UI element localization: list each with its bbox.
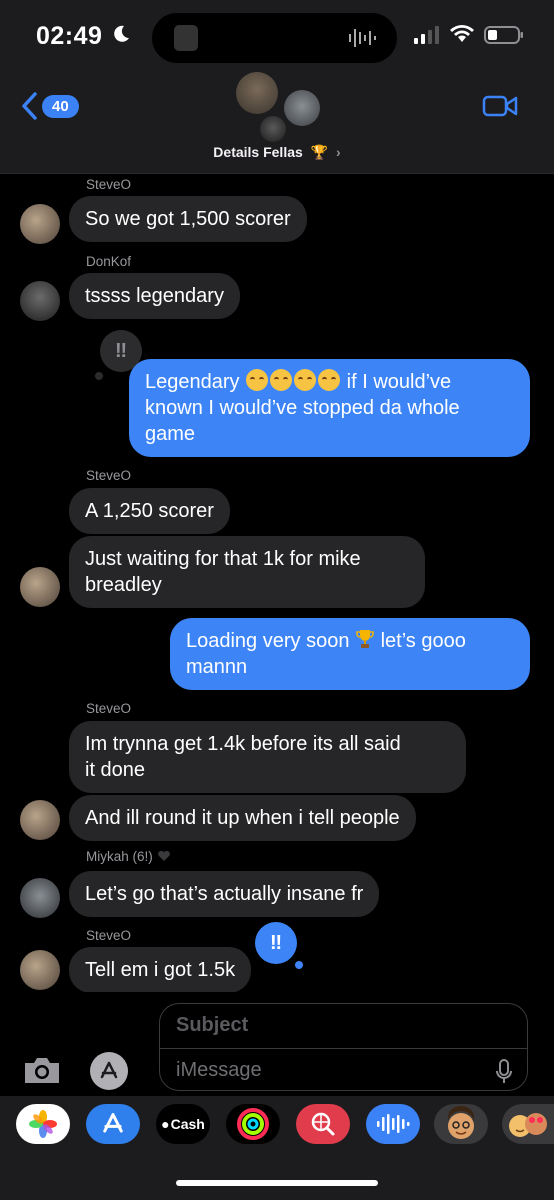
message-bubble[interactable]: Legendary if I would’ve known I would’ve… — [129, 359, 530, 457]
avatar[interactable] — [20, 800, 60, 840]
globe-search-icon — [311, 1112, 335, 1136]
group-avatar[interactable] — [234, 72, 322, 144]
photos-icon — [29, 1110, 57, 1138]
avatar — [236, 72, 278, 114]
wifi-icon — [450, 25, 474, 42]
message-compose-field[interactable]: Subject iMessage — [159, 1003, 528, 1091]
tapback-tail — [295, 961, 303, 969]
app-store-app[interactable] — [86, 1104, 140, 1144]
message-bubble[interactable]: Im trynna get 1.4k before its all said i… — [69, 721, 466, 793]
avatar[interactable] — [20, 204, 60, 244]
avatar[interactable] — [20, 281, 60, 321]
group-name[interactable]: Details Fellas 🏆 › — [0, 144, 554, 161]
message-bubble[interactable]: A 1,250 scorer — [69, 488, 230, 534]
sender-name: SteveO — [86, 468, 132, 483]
message-bubble[interactable]: So we got 1,500 scorer — [69, 196, 307, 242]
facetime-video-icon[interactable] — [482, 94, 518, 118]
home-indicator[interactable] — [176, 1180, 378, 1186]
subject-input[interactable]: Subject — [176, 1014, 248, 1037]
battery-icon — [484, 26, 523, 44]
sender-name: SteveO — [86, 177, 132, 192]
message-list[interactable]: SteveO So we got 1,500 scorer DonKof tss… — [0, 174, 554, 993]
compose-area: Subject iMessage — [0, 992, 554, 1096]
crying-emoji — [294, 369, 317, 391]
apple-icon: ● — [161, 1116, 170, 1132]
message-bubble[interactable]: Let’s go that’s actually insane fr — [69, 871, 380, 917]
sender-name: SteveO — [86, 928, 132, 943]
crying-emoji — [318, 369, 341, 391]
memoji-stickers-icon — [509, 1113, 547, 1137]
imessage-input[interactable]: iMessage — [176, 1059, 262, 1082]
now-playing-thumbnail — [174, 25, 198, 51]
avatar — [284, 90, 320, 126]
focus-moon-icon — [114, 25, 129, 42]
waveform-icon — [349, 29, 376, 47]
app-store-icon[interactable] — [90, 1052, 128, 1090]
memoji-face-icon — [448, 1106, 474, 1139]
app-store-glyph-icon — [103, 1113, 123, 1133]
unread-count-badge: 40 — [42, 94, 79, 118]
avatar[interactable] — [20, 878, 60, 918]
conversation-header: 40 Details Fellas 🏆 › — [0, 72, 554, 174]
status-bar: 02:49 — [0, 0, 554, 72]
memoji-app[interactable] — [434, 1104, 488, 1144]
status-time: 02:49 — [36, 22, 103, 50]
app-store-glyph-icon — [100, 1061, 118, 1079]
tapback-tail — [95, 372, 103, 380]
cellular-signal-icon — [414, 26, 439, 44]
audio-message-app[interactable] — [366, 1104, 420, 1144]
waveform-icon — [377, 1114, 410, 1134]
photos-app[interactable] — [16, 1104, 70, 1144]
avatar[interactable] — [20, 567, 60, 607]
camera-icon[interactable] — [22, 1054, 62, 1086]
sender-name: DonKof — [86, 254, 132, 269]
trophy-emoji — [356, 630, 374, 648]
search-images-app[interactable] — [296, 1104, 350, 1144]
message-bubble[interactable]: tssss legendary — [69, 273, 240, 319]
crying-emoji — [246, 369, 269, 391]
activity-rings-icon — [237, 1108, 269, 1140]
sender-name: Miykah (6!) — [86, 849, 171, 864]
avatar — [260, 116, 286, 142]
message-bubble[interactable]: Loading very soon let’s gooo mannn — [170, 618, 530, 690]
trophy-emoji: 🏆 — [310, 144, 329, 160]
apple-cash-app[interactable]: ● Cash — [156, 1104, 210, 1144]
dynamic-island — [152, 13, 397, 63]
message-bubble[interactable]: And ill round it up when i tell people — [69, 795, 416, 841]
black-heart-icon — [157, 850, 170, 861]
chevron-left-icon — [22, 92, 37, 120]
back-button[interactable]: 40 — [20, 90, 79, 122]
message-bubble[interactable]: Just waiting for that 1k for mike breadl… — [69, 536, 425, 608]
imessage-app-drawer: ● Cash — [0, 1096, 554, 1200]
sender-name: SteveO — [86, 701, 132, 716]
exclamation-tapback-icon[interactable]: ‼ — [255, 922, 297, 964]
message-bubble[interactable]: Tell em i got 1.5k — [69, 947, 252, 993]
memoji-stickers-app[interactable] — [502, 1104, 554, 1144]
crying-emoji — [270, 369, 293, 391]
chevron-right-icon: › — [336, 144, 341, 160]
avatar[interactable] — [20, 950, 60, 990]
fitness-app[interactable] — [226, 1104, 280, 1144]
microphone-icon[interactable] — [495, 1058, 513, 1086]
compose-divider — [160, 1048, 527, 1049]
